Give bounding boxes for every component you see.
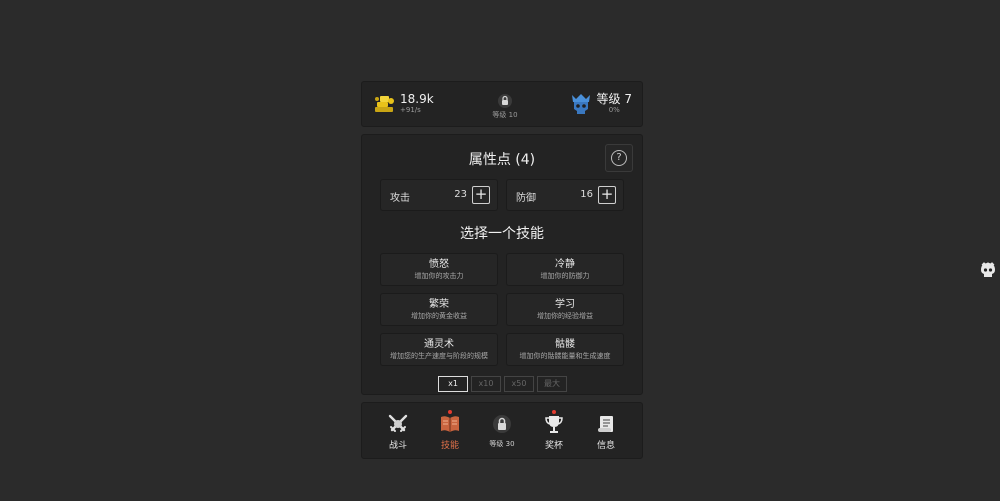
tab-trophy[interactable]: 奖杯 — [531, 410, 577, 451]
skill-name: 冷静 — [555, 259, 575, 270]
multiplier-x10-button[interactable]: x10 — [471, 376, 501, 392]
skill-description: 增加你的黄金收益 — [411, 312, 467, 320]
multiplier-selector: x1 x10 x50 最大 — [438, 376, 570, 392]
tab-locked-label: 等级 30 — [489, 440, 515, 448]
attack-label: 攻击 — [390, 193, 410, 204]
bottom-nav: 战斗 技能 等级 30 奖杯 信息 — [361, 402, 643, 459]
multiplier-x1-button[interactable]: x1 — [438, 376, 468, 392]
skill-necromancy-button[interactable]: 通灵术 增加您的生产速度与阶段的规模 — [380, 333, 498, 366]
spellbook-icon — [441, 416, 459, 432]
skill-name: 愤怒 — [429, 259, 449, 270]
trophy-icon — [545, 416, 563, 433]
attack-value: 23 — [454, 189, 467, 200]
tab-skills[interactable]: 技能 — [427, 410, 473, 451]
rank-progress: 0% — [608, 106, 620, 114]
rank-level: 等级 7 — [596, 92, 632, 106]
defense-value: 16 — [580, 189, 593, 200]
gold-coins-icon — [375, 96, 394, 112]
skill-name: 繁荣 — [429, 299, 449, 310]
rank-display: 等级 7 0% — [569, 92, 632, 116]
skill-description: 增加你的骷髅能量和生成速度 — [519, 352, 611, 360]
skill-description: 增加你的防御力 — [540, 272, 590, 280]
question-icon: ? — [611, 150, 627, 166]
gold-amount: 18.9k — [400, 92, 434, 106]
skill-name: 通灵术 — [424, 339, 454, 350]
tab-skills-label: 技能 — [440, 441, 459, 451]
tab-battle[interactable]: 战斗 — [375, 413, 421, 451]
skill-prosperity-button[interactable]: 繁荣 增加你的黄金收益 — [380, 293, 498, 326]
skill-calm-button[interactable]: 冷静 增加你的防御力 — [506, 253, 624, 286]
skill-name: 骷髅 — [555, 339, 575, 350]
resource-bar: 18.9k +91/s 等级 10 等级 7 0% — [361, 81, 643, 127]
defense-plus-button[interactable]: + — [598, 186, 616, 204]
choose-skill-title: 选择一个技能 — [460, 226, 544, 242]
skill-learning-button[interactable]: 学习 增加你的经验增益 — [506, 293, 624, 326]
crowned-skull-icon — [571, 94, 590, 114]
crossed-swords-icon — [388, 414, 408, 432]
tab-locked: 等级 30 — [479, 413, 525, 449]
tab-info[interactable]: 信息 — [583, 413, 629, 451]
tab-trophy-label: 奖杯 — [544, 441, 563, 451]
skill-description: 增加你的攻击力 — [414, 272, 464, 280]
defense-stat: 防御 16 + — [506, 179, 624, 211]
gold-rate: +91/s — [400, 106, 421, 114]
notification-dot — [552, 410, 556, 414]
tab-info-label: 信息 — [596, 441, 615, 451]
scroll-icon — [598, 416, 613, 432]
attribute-points-title: 属性点 (4) — [468, 152, 536, 168]
locked-level-label: 等级 10 — [492, 111, 518, 119]
help-button[interactable]: ? — [605, 144, 633, 172]
skill-description: 增加您的生产速度与阶段的规模 — [390, 352, 488, 360]
multiplier-max-button[interactable]: 最大 — [537, 376, 567, 392]
attack-plus-button[interactable]: + — [472, 186, 490, 204]
skill-name: 学习 — [555, 299, 575, 310]
notification-dot — [448, 410, 452, 414]
defense-label: 防御 — [516, 193, 536, 204]
tab-battle-label: 战斗 — [388, 441, 407, 451]
skills-panel: 属性点 (4) ? 攻击 23 + 防御 16 + 选择一个技能 愤怒 增加你的… — [361, 134, 643, 395]
skill-skeleton-button[interactable]: 骷髅 增加你的骷髅能量和生成速度 — [506, 333, 624, 366]
gold-display: 18.9k +91/s — [372, 92, 434, 116]
skull-icon[interactable] — [978, 261, 998, 281]
lock-icon — [493, 415, 511, 433]
attack-stat: 攻击 23 + — [380, 179, 498, 211]
skill-rage-button[interactable]: 愤怒 增加你的攻击力 — [380, 253, 498, 286]
multiplier-x50-button[interactable]: x50 — [504, 376, 534, 392]
lock-icon — [498, 94, 512, 108]
locked-feature: 等级 10 — [482, 93, 528, 120]
skill-description: 增加你的经验增益 — [537, 312, 593, 320]
